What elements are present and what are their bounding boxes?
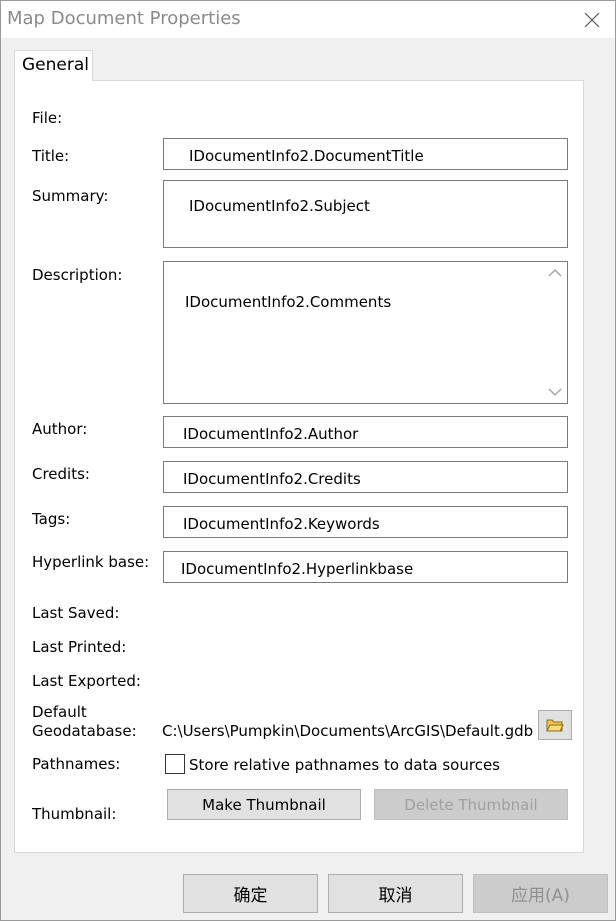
tags-field[interactable]: IDocumentInfo2.Keywords xyxy=(163,506,568,538)
tags-field-value: IDocumentInfo2.Keywords xyxy=(183,515,380,533)
make-thumbnail-button[interactable]: Make Thumbnail xyxy=(167,789,361,820)
title-field-value: IDocumentInfo2.DocumentTitle xyxy=(189,147,424,165)
close-icon xyxy=(584,12,600,27)
description-field-value: IDocumentInfo2.Comments xyxy=(185,293,392,311)
default-geodatabase-label-line2: Geodatabase: xyxy=(32,722,137,740)
relative-pathnames-label[interactable]: Store relative pathnames to data sources xyxy=(189,756,500,774)
hyperlink-base-label: Hyperlink base: xyxy=(32,553,150,571)
author-field[interactable]: IDocumentInfo2.Author xyxy=(163,416,568,448)
title-field[interactable]: IDocumentInfo2.DocumentTitle xyxy=(163,138,568,170)
default-geodatabase-path: C:\Users\Pumpkin\Documents\ArcGIS\Defaul… xyxy=(162,722,534,740)
credits-field[interactable]: IDocumentInfo2.Credits xyxy=(163,461,568,493)
delete-thumbnail-button[interactable]: Delete Thumbnail xyxy=(374,789,568,820)
credits-label: Credits: xyxy=(32,465,90,483)
pathnames-label: Pathnames: xyxy=(32,755,121,773)
tab-general-label: General xyxy=(22,55,89,75)
default-geodatabase-label-line1: Default xyxy=(32,703,87,721)
close-button[interactable] xyxy=(569,1,615,38)
title-label: Title: xyxy=(32,147,70,165)
author-label: Author: xyxy=(32,420,88,438)
thumbnail-label: Thumbnail: xyxy=(32,805,117,823)
summary-field[interactable]: IDocumentInfo2.Subject xyxy=(163,180,568,248)
summary-label: Summary: xyxy=(32,187,109,205)
folder-open-icon xyxy=(546,719,564,732)
cancel-button[interactable]: 取消 xyxy=(328,874,463,913)
description-label: Description: xyxy=(32,266,123,284)
author-field-value: IDocumentInfo2.Author xyxy=(183,425,359,443)
tab-general[interactable]: General xyxy=(14,50,93,81)
map-document-properties-dialog: Map Document Properties General File: Ti… xyxy=(0,0,616,921)
title-bar: Map Document Properties xyxy=(1,1,615,38)
window-title: Map Document Properties xyxy=(7,8,241,29)
ok-button[interactable]: 确定 xyxy=(183,874,318,913)
summary-field-value: IDocumentInfo2.Subject xyxy=(189,197,370,215)
description-scrollbar[interactable] xyxy=(543,262,567,403)
description-field[interactable]: IDocumentInfo2.Comments xyxy=(163,261,568,404)
hyperlink-base-field-value: IDocumentInfo2.Hyperlinkbase xyxy=(181,560,414,578)
file-label: File: xyxy=(32,109,63,127)
chevron-up-icon[interactable] xyxy=(548,268,562,278)
relative-pathnames-checkbox[interactable] xyxy=(165,754,185,774)
tags-label: Tags: xyxy=(32,510,71,528)
apply-button[interactable]: 应用(A) xyxy=(473,874,608,913)
chevron-down-icon[interactable] xyxy=(548,387,562,397)
last-saved-label: Last Saved: xyxy=(32,604,120,622)
last-exported-label: Last Exported: xyxy=(32,672,141,690)
credits-field-value: IDocumentInfo2.Credits xyxy=(183,470,361,488)
hyperlink-base-field[interactable]: IDocumentInfo2.Hyperlinkbase xyxy=(163,551,568,583)
last-printed-label: Last Printed: xyxy=(32,638,127,656)
browse-geodatabase-button[interactable] xyxy=(538,710,572,740)
